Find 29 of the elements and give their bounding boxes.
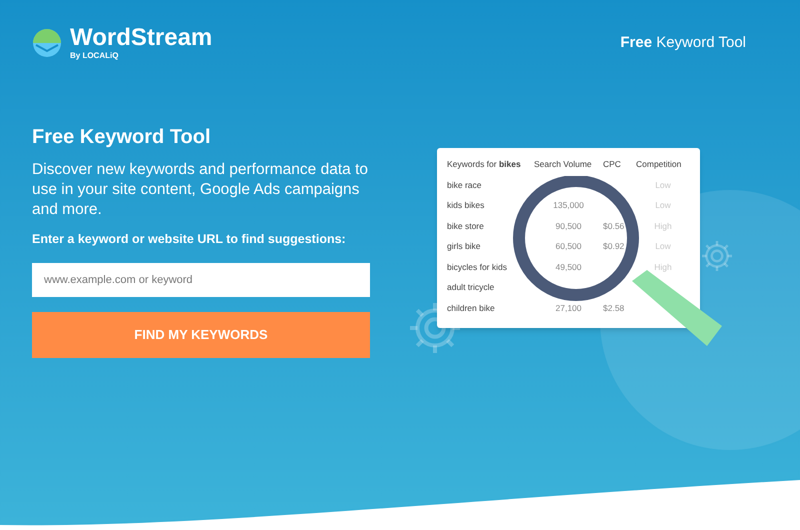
column-header: Keywords for bikes — [447, 158, 522, 171]
logo-wordmark: WordStream — [70, 26, 212, 50]
volume-cell: 49,500 — [556, 262, 582, 272]
hero-title: Free Keyword Tool — [32, 125, 212, 150]
gear-icon — [699, 238, 735, 274]
column-header: Competition — [636, 158, 682, 171]
search-field[interactable]: www.example.com or keyword — [32, 262, 370, 297]
keyword-cell-text: children bike — [447, 302, 496, 314]
keyword-cell-text: bike race — [447, 178, 482, 192]
keyword-cell-text: bike store — [447, 220, 485, 232]
cpc-cell: $0.92 — [603, 241, 624, 252]
cpc-cell: $0.56 — [603, 220, 624, 231]
logo-byline: By LOCALiQ — [70, 52, 120, 60]
keyword-cell-text: bicycles for kids — [447, 260, 508, 274]
keyword-cell-text: adult tricycle — [447, 281, 496, 294]
keyword-cell-text: girls bike — [447, 240, 482, 253]
volume-cell: 135,000 — [553, 200, 584, 210]
volume-cell: 90,500 — [556, 220, 582, 231]
column-header: CPC — [603, 158, 622, 171]
find-keywords-button[interactable]: FIND MY KEYWORDS — [32, 312, 370, 358]
cpc-cell: $2.58 — [603, 302, 624, 313]
volume-cell: 27,100 — [556, 302, 582, 313]
nav-link[interactable]: Free Keyword Tool — [620, 32, 746, 54]
logo-icon — [32, 28, 62, 58]
column-header: Search Volume — [534, 158, 593, 171]
hero-description: Discover new keywords and performance data to use in your site content, Google Ads campaigns and more. — [32, 160, 369, 220]
field-label: Enter a keyword or website URL to find suggestions: — [32, 231, 347, 248]
keyword-cell-text: kids bikes — [447, 199, 486, 212]
volume-cell: 60,500 — [556, 241, 582, 252]
